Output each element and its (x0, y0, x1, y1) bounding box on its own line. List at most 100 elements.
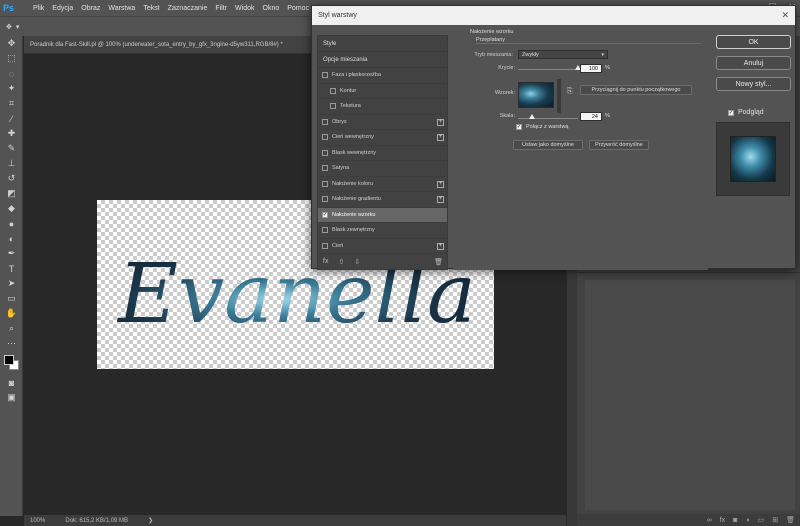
move-tool-icon[interactable]: ✥ (6, 23, 12, 31)
add-style-icon[interactable]: + (437, 242, 444, 250)
type-tool-icon[interactable]: T (0, 261, 23, 276)
menu-edycja[interactable]: Edycja (48, 5, 77, 12)
style-checkbox[interactable] (322, 72, 328, 79)
delete-layer-icon[interactable]: 🗑 (786, 516, 795, 524)
style-checkbox[interactable] (330, 87, 336, 94)
group-icon[interactable]: ▭ (758, 516, 765, 524)
snap-to-origin-button[interactable]: Przyciągnij do punktu początkowego (580, 85, 692, 95)
adjustment-icon[interactable]: ◑ (745, 517, 749, 524)
preview-checkbox[interactable]: ✓ (728, 109, 734, 116)
style-item[interactable]: Tekstura (318, 99, 447, 115)
scale-slider-knob[interactable] (529, 114, 536, 119)
style-item[interactable]: Nałożenie gradientu + (318, 192, 447, 208)
styles-header[interactable]: Style (318, 36, 447, 52)
style-checkbox[interactable] (330, 103, 336, 110)
screen-mode-icon[interactable]: ▣ (0, 390, 23, 405)
paint-bucket-tool-icon[interactable]: ◆ (0, 201, 23, 216)
style-checkbox[interactable] (322, 180, 328, 187)
scale-slider-track[interactable] (518, 118, 578, 119)
foreground-color-swatch[interactable] (4, 355, 14, 365)
menu-filtr[interactable]: Filtr (211, 5, 231, 12)
healing-brush-tool-icon[interactable]: ✚ (0, 126, 23, 141)
ok-button[interactable]: OK (716, 35, 791, 49)
style-item[interactable]: Cień + (318, 239, 447, 254)
move-down-icon[interactable]: ⇩ (354, 258, 360, 266)
fx-icon[interactable]: fx (720, 517, 725, 524)
style-item[interactable]: Blask wewnętrzny (318, 146, 447, 161)
make-default-button[interactable]: Ustaw jako domyślne (513, 140, 583, 150)
fx-icon[interactable]: fx (323, 258, 328, 266)
marquee-tool-icon[interactable]: ⬚ (0, 51, 23, 66)
style-item[interactable]: Faza i płaskorzeźba (318, 68, 447, 84)
lasso-tool-icon[interactable]: ◌ (0, 66, 23, 81)
style-checkbox[interactable] (322, 227, 328, 234)
close-icon[interactable]: ✕ (781, 10, 789, 21)
history-brush-tool-icon[interactable]: ↺ (0, 171, 23, 186)
style-item[interactable]: Cień wewnętrzny + (318, 130, 447, 146)
link-layers-icon[interactable]: ∞ (707, 517, 712, 524)
menu-okno[interactable]: Okno (259, 5, 284, 12)
pen-tool-icon[interactable]: ✒ (0, 246, 23, 261)
menu-obraz[interactable]: Obraz (77, 5, 104, 12)
scale-input[interactable]: 24 (580, 112, 602, 121)
brush-tool-icon[interactable]: ✎ (0, 141, 23, 156)
style-checkbox[interactable] (322, 149, 328, 156)
clone-stamp-tool-icon[interactable]: ⊥ (0, 156, 23, 171)
style-checkbox[interactable]: ✓ (322, 211, 328, 218)
zoom-level[interactable]: 100% (30, 518, 45, 524)
new-style-button[interactable]: Nowy styl... (716, 77, 791, 91)
blur-tool-icon[interactable]: ● (0, 216, 23, 231)
menu-zaznaczanie[interactable]: Zaznaczanie (164, 5, 212, 12)
link-with-layer-row[interactable]: ✓ Połącz z warstwą (516, 124, 569, 130)
link-with-layer-checkbox[interactable]: ✓ (516, 124, 522, 130)
add-style-icon[interactable]: + (437, 180, 444, 188)
style-checkbox[interactable] (322, 196, 328, 203)
preview-row[interactable]: ✓ Podgląd (728, 109, 764, 116)
blend-mode-select[interactable]: Zwykły ▾ (518, 50, 608, 59)
magic-wand-tool-icon[interactable]: ✦ (0, 81, 23, 96)
menu-pomoc[interactable]: Pomoc (283, 5, 313, 12)
dialog-title-bar[interactable]: Styl warstwy ✕ (312, 6, 795, 25)
mask-icon[interactable]: ◙ (733, 517, 737, 524)
style-item[interactable]: Blask zewnętrzny (318, 223, 447, 239)
dodge-tool-icon[interactable]: ◐ (0, 231, 23, 246)
rectangle-tool-icon[interactable]: ▭ (0, 291, 23, 306)
add-style-icon[interactable]: + (437, 196, 444, 203)
add-style-icon[interactable]: + (437, 134, 444, 141)
style-checkbox[interactable] (322, 134, 328, 141)
chevron-down-icon[interactable]: ▾ (16, 23, 20, 31)
pattern-dropdown-icon[interactable] (557, 79, 561, 113)
opacity-slider-track[interactable] (518, 69, 578, 70)
menu-tekst[interactable]: Tekst (139, 5, 163, 12)
color-swatches[interactable] (0, 351, 22, 375)
menu-plik[interactable]: Plik (29, 5, 48, 12)
new-layer-icon[interactable]: ⊞ (772, 516, 778, 524)
style-item[interactable]: Nałożenie koloru + (318, 177, 447, 192)
eraser-tool-icon[interactable]: ◩ (0, 186, 23, 201)
status-arrow-icon[interactable]: ❯ (148, 517, 153, 524)
crop-tool-icon[interactable]: ⌗ (0, 96, 23, 111)
eyedropper-tool-icon[interactable]: ⁄ (0, 111, 23, 126)
hand-tool-icon[interactable]: ✋ (0, 306, 23, 321)
more-tools-icon[interactable]: ⋯ (0, 336, 23, 351)
style-checkbox[interactable] (322, 118, 328, 125)
style-item[interactable]: Obrys + (318, 115, 447, 130)
style-checkbox[interactable] (322, 165, 328, 172)
style-item[interactable]: Kontur (318, 84, 447, 99)
blending-options-item[interactable]: Opcje mieszania (318, 52, 447, 68)
move-up-icon[interactable]: ⇧ (338, 258, 344, 266)
style-item[interactable]: Satyna (318, 161, 447, 177)
opacity-input[interactable]: 100 (580, 64, 602, 73)
menu-warstwa[interactable]: Warstwa (104, 5, 139, 12)
pattern-picker[interactable] (518, 82, 554, 108)
new-preset-icon[interactable]: ⎘ (567, 88, 573, 96)
add-style-icon[interactable]: + (437, 118, 444, 126)
zoom-tool-icon[interactable]: ⌕ (0, 321, 23, 336)
quick-mask-icon[interactable]: ◙ (0, 375, 23, 390)
menu-widok[interactable]: Widok (231, 5, 258, 12)
path-selection-tool-icon[interactable]: ➤ (0, 276, 23, 291)
trash-icon[interactable]: 🗑 (434, 258, 443, 266)
style-checkbox[interactable] (322, 242, 328, 249)
reset-default-button[interactable]: Przywróć domyślne (589, 140, 649, 150)
move-tool-icon[interactable]: ✥ (0, 36, 23, 51)
